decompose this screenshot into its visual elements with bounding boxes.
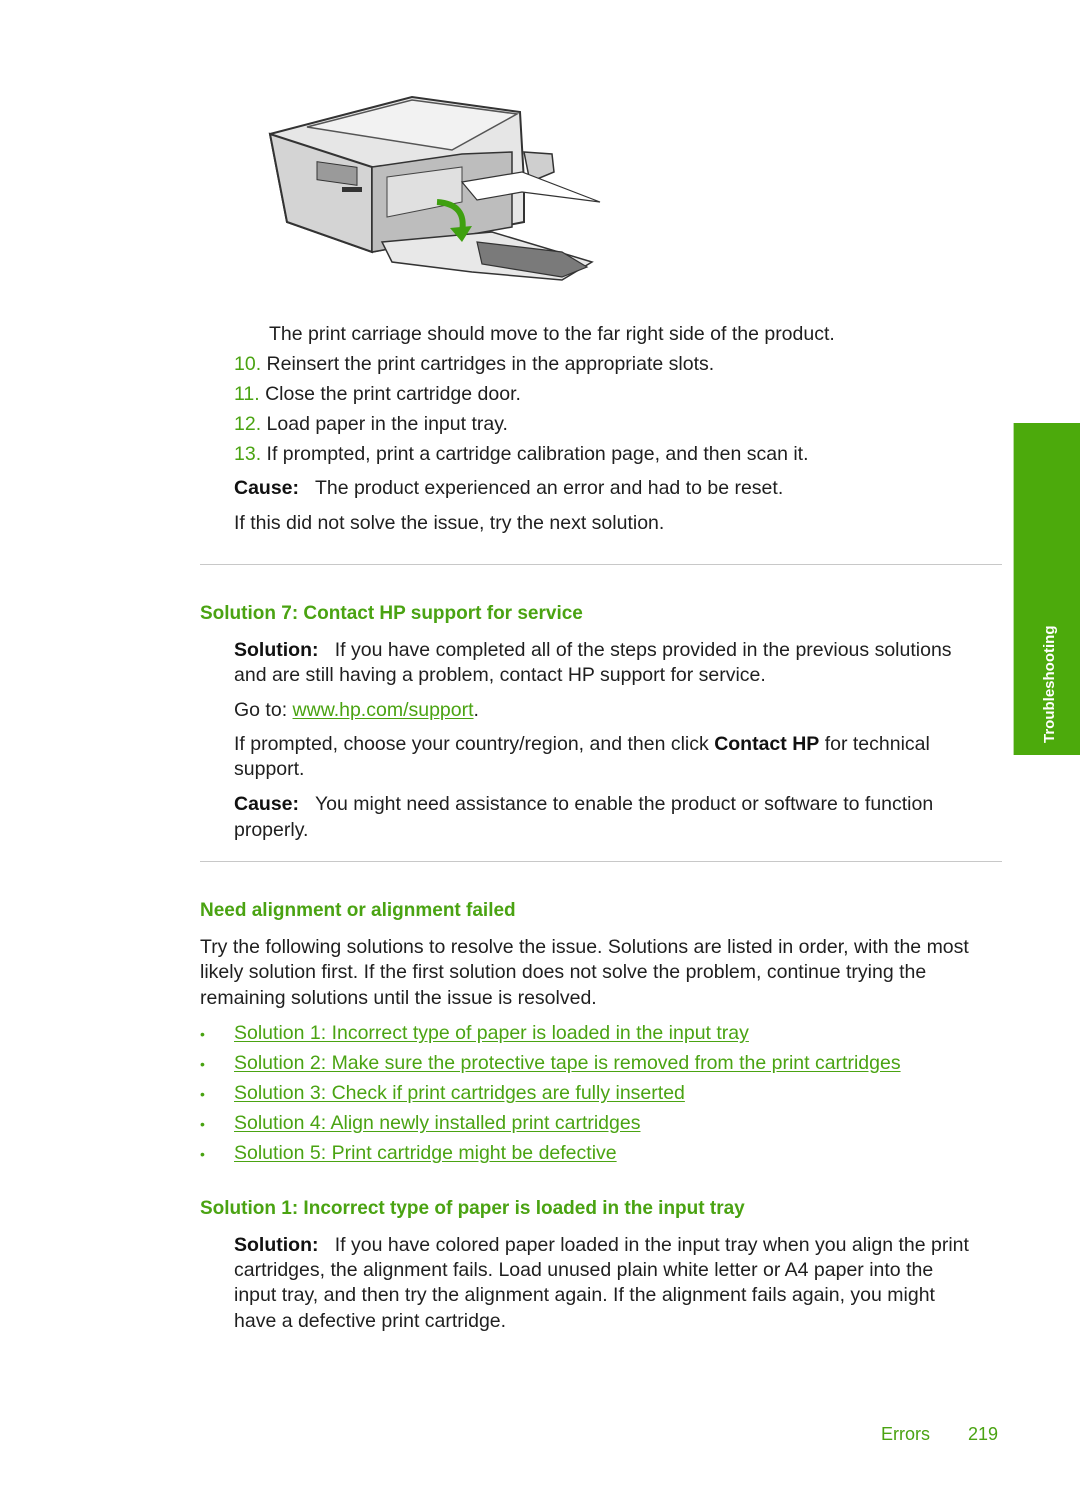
alignment-heading: Need alignment or alignment failed (200, 900, 516, 921)
prompt-text: If prompted, choose your country/region,… (234, 733, 715, 755)
cause-text: The product experienced an error and had… (314, 477, 784, 499)
step-text: Load paper in the input tray. (266, 413, 508, 435)
printer-cartridge-door-image (268, 95, 601, 281)
contact-hp-term: Contact HP (714, 733, 820, 755)
solution1-line3: input tray, and then try the alignment a… (234, 1284, 935, 1306)
hp-support-link[interactable]: www.hp.com/support (293, 699, 474, 721)
section-divider (200, 861, 1002, 862)
solution7-solution-line2: and are still having a problem, contact … (234, 664, 766, 686)
alignment-intro-line3: remaining solutions until the issue is r… (200, 987, 597, 1009)
printer-illustration (262, 92, 602, 287)
bullet: • (200, 1116, 205, 1132)
step-12: 12. Load paper in the input tray. (234, 411, 508, 437)
solution6-cause: Cause: The product experienced an error … (234, 475, 783, 501)
solution-link-item: • Solution 4: Align newly installed prin… (200, 1110, 640, 1137)
step-11: 11. Close the print cartridge door. (234, 381, 521, 407)
section-divider (200, 564, 1002, 565)
solution7-heading: Solution 7: Contact HP support for servi… (200, 603, 583, 624)
solution5-link[interactable]: Solution 5: Print cartridge might be def… (234, 1140, 617, 1166)
side-tab-label: Troubleshooting (1040, 625, 1058, 744)
cause-text: You might need assistance to enable the … (314, 793, 934, 815)
solution-text: If you have completed all of the steps p… (334, 639, 952, 661)
step-number: 10. (234, 353, 262, 375)
solution1-link[interactable]: Solution 1: Incorrect type of paper is l… (234, 1020, 749, 1046)
bullet: • (200, 1026, 205, 1042)
solution-label: Solution: (234, 1234, 319, 1256)
solution7-goto: Go to: www.hp.com/support. (234, 697, 479, 723)
step-13: 13. If prompted, print a cartridge calib… (234, 441, 809, 467)
step-number: 11. (234, 383, 260, 405)
troubleshooting-side-tab: Troubleshooting (1013, 423, 1080, 755)
footer-section: Errors (881, 1424, 930, 1444)
alignment-intro-line2: likely solution first. If the first solu… (200, 961, 927, 983)
solution7-prompt-line2: support. (234, 758, 305, 780)
solution2-link[interactable]: Solution 2: Make sure the protective tap… (234, 1050, 901, 1076)
step-number: 13. (234, 443, 262, 465)
solution7-solution-line1: Solution: If you have completed all of t… (234, 637, 952, 663)
bullet: • (200, 1086, 205, 1102)
solution1-line1: Solution: If you have colored paper load… (234, 1232, 969, 1258)
solution-link-item: • Solution 1: Incorrect type of paper is… (200, 1020, 749, 1047)
solution-label: Solution: (234, 639, 319, 661)
solution-link-item: • Solution 2: Make sure the protective t… (200, 1050, 901, 1077)
step-text: Close the print cartridge door. (265, 383, 521, 405)
carriage-note: The print carriage should move to the fa… (269, 323, 835, 345)
solution1-line4: have a defective print cartridge. (234, 1310, 507, 1332)
solution7-cause-line2: properly. (234, 819, 309, 841)
bullet: • (200, 1056, 205, 1072)
solution-text: If you have colored paper loaded in the … (334, 1234, 969, 1256)
solution-link-item: • Solution 5: Print cartridge might be d… (200, 1140, 617, 1167)
alignment-intro-line1: Try the following solutions to resolve t… (200, 936, 969, 958)
solution4-link[interactable]: Solution 4: Align newly installed print … (234, 1110, 640, 1136)
solution-link-item: • Solution 3: Check if print cartridges … (200, 1080, 685, 1107)
goto-prefix: Go to: (234, 699, 293, 721)
cause-label: Cause: (234, 793, 300, 815)
step-text: Reinsert the print cartridges in the app… (266, 353, 715, 375)
footer-page-number: 219 (968, 1424, 999, 1444)
bullet: • (200, 1146, 205, 1162)
next-solution-note: If this did not solve the issue, try the… (234, 512, 665, 534)
solution7-prompt-line1: If prompted, choose your country/region,… (234, 731, 930, 757)
step-text: If prompted, print a cartridge calibrati… (266, 443, 809, 465)
solution1-line2: cartridges, the alignment fails. Load un… (234, 1259, 934, 1281)
goto-suffix: . (473, 699, 479, 721)
cause-label: Cause: (234, 477, 300, 499)
solution3-link[interactable]: Solution 3: Check if print cartridges ar… (234, 1080, 685, 1106)
solution1-heading: Solution 1: Incorrect type of paper is l… (200, 1198, 745, 1219)
step-number: 12. (234, 413, 262, 435)
prompt-suffix: for technical (819, 733, 930, 755)
step-10: 10. Reinsert the print cartridges in the… (234, 351, 714, 377)
solution7-cause-line1: Cause: You might need assistance to enab… (234, 791, 933, 817)
